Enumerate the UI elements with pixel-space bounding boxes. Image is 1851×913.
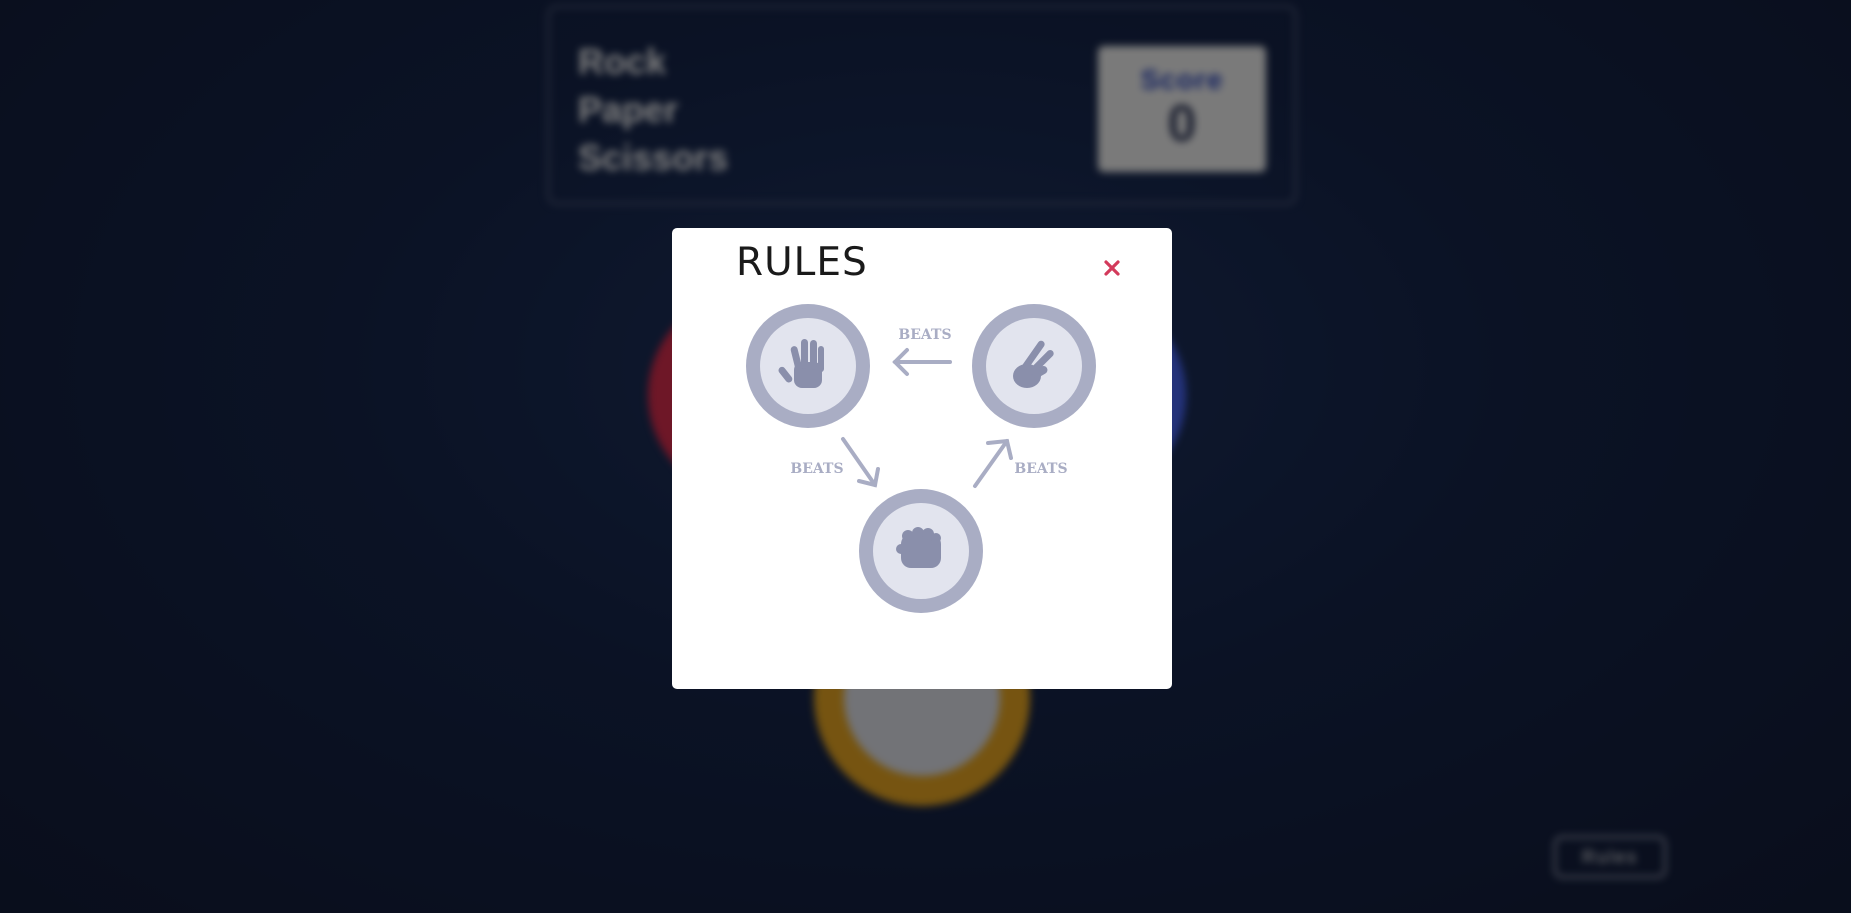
scissors-chip: [972, 304, 1096, 428]
arrow-rock-beats-scissors: [973, 438, 1013, 488]
arrow-paper-beats-rock: [841, 437, 880, 488]
rock-chip: [859, 489, 983, 613]
rules-modal: RULES BEATS BEATS BEATS: [672, 228, 1172, 689]
beats-label-top: BEATS: [898, 327, 951, 343]
beats-label-right: BEATS: [1014, 461, 1067, 477]
rules-diagram: BEATS BEATS BEATS: [746, 304, 1096, 613]
arrow-scissors-beats-paper: [892, 348, 952, 376]
beats-label-left: BEATS: [790, 461, 843, 477]
paper-chip: [746, 304, 870, 428]
